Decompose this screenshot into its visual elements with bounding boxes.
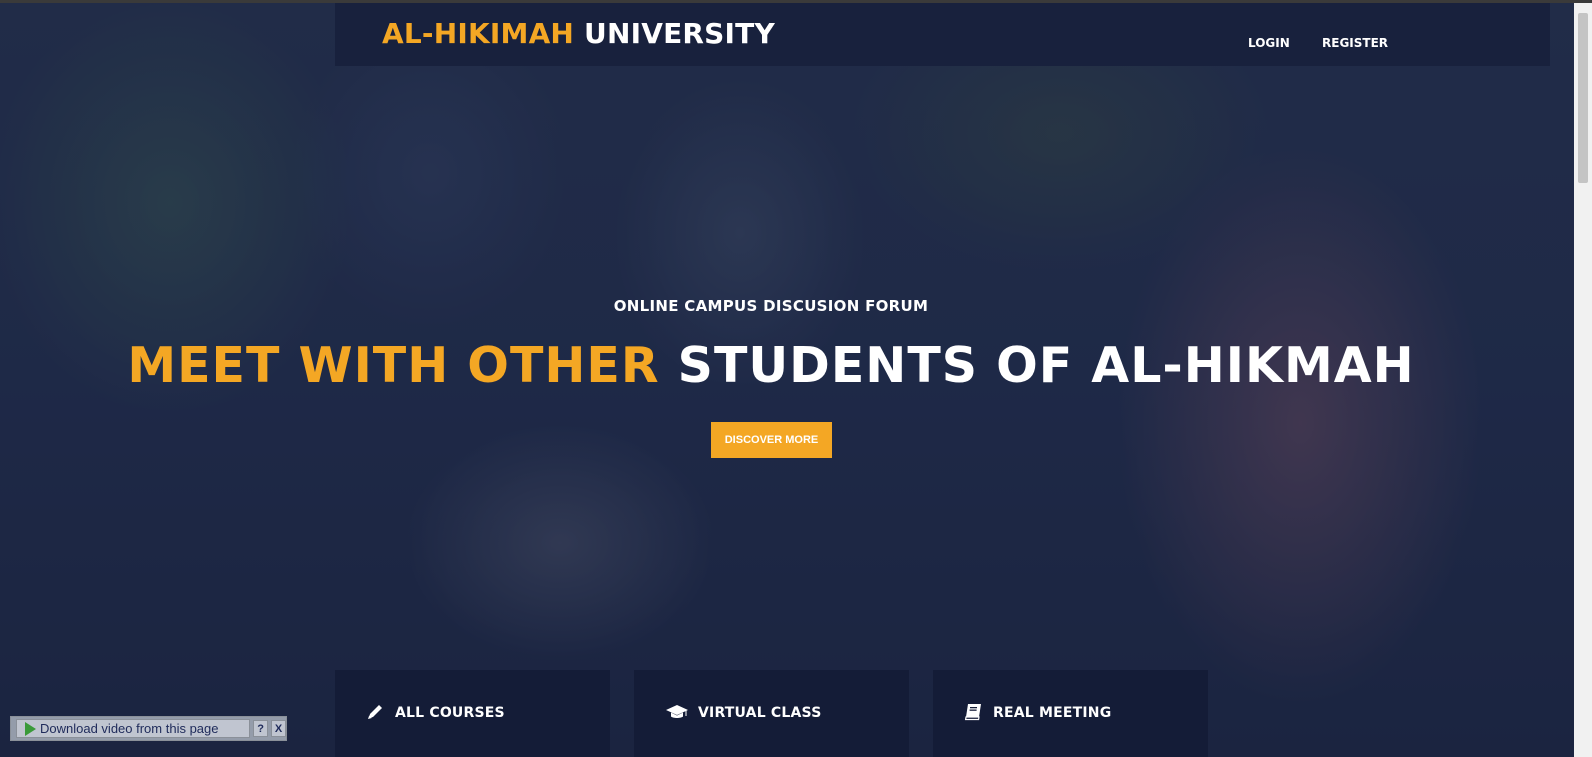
- brand-part-1: AL-HIKIMAH: [382, 17, 575, 50]
- pencil-icon: [368, 705, 382, 719]
- hero-subtitle: ONLINE CAMPUS DISCUSION FORUM: [613, 297, 929, 315]
- close-button[interactable]: X: [271, 720, 287, 737]
- card-real-meeting[interactable]: REAL MEETING: [933, 670, 1208, 757]
- navbar: AL-HIKIMAH UNIVERSITY LOGIN REGISTER: [335, 3, 1550, 66]
- brand-part-2: UNIVERSITY: [584, 17, 775, 50]
- card-label: VIRTUAL CLASS: [698, 705, 822, 721]
- download-video-bar: Download video from this page ? X: [10, 716, 287, 741]
- headline-rest: STUDENTS OF AL-HIKMAH: [677, 337, 1415, 394]
- download-video-label: Download video from this page: [40, 721, 219, 736]
- hero-headline: MEET WITH OTHER STUDENTS OF AL-HIKMAH: [0, 337, 1542, 394]
- scrollbar[interactable]: [1574, 3, 1592, 757]
- nav-login-link[interactable]: LOGIN: [1248, 36, 1290, 50]
- discover-more-button[interactable]: DISCOVER MORE: [711, 422, 832, 458]
- graduation-cap-icon: [666, 705, 688, 718]
- book-icon: [964, 704, 981, 721]
- card-all-courses[interactable]: ALL COURSES: [335, 670, 610, 757]
- card-label: ALL COURSES: [395, 705, 505, 721]
- headline-accent: MEET WITH OTHER: [127, 337, 660, 394]
- nav-register-link[interactable]: REGISTER: [1322, 36, 1388, 50]
- scrollbar-thumb[interactable]: [1578, 13, 1588, 183]
- download-video-button[interactable]: Download video from this page: [16, 719, 251, 738]
- card-label: REAL MEETING: [993, 705, 1112, 721]
- help-button[interactable]: ?: [253, 720, 269, 737]
- play-icon: [25, 721, 36, 736]
- card-virtual-class[interactable]: VIRTUAL CLASS: [634, 670, 909, 757]
- hero-section: ONLINE CAMPUS DISCUSION FORUM MEET WITH …: [0, 0, 1574, 757]
- brand-logo[interactable]: AL-HIKIMAH UNIVERSITY: [382, 17, 775, 50]
